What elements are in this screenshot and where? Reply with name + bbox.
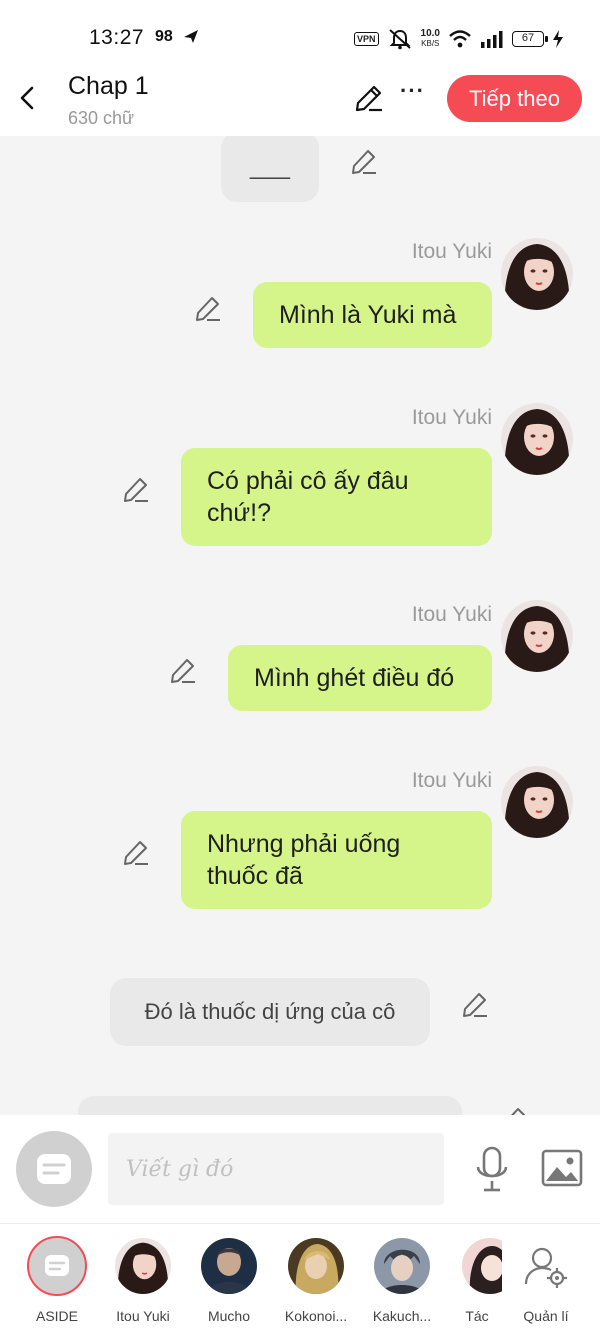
character-itou-yuki[interactable]: Itou Yuki — [99, 1236, 187, 1324]
vpn-icon: VPN — [354, 32, 379, 46]
message-bubble[interactable]: Nhưng phải uống thuốc đã — [181, 811, 492, 909]
avatar-itou-yuki[interactable] — [501, 238, 573, 310]
character-kakucho[interactable]: Kakuch... — [358, 1236, 446, 1324]
status-time: 13:27 — [89, 26, 145, 49]
message-composer — [0, 1115, 600, 1223]
charging-icon — [553, 30, 563, 48]
character-aside[interactable]: ASIDE — [13, 1236, 101, 1324]
message-bubble[interactable]: Có phải cô ấy đâu chứ!? — [181, 448, 492, 546]
chapter-title: Chap 1 — [68, 72, 149, 100]
avatar — [288, 1238, 344, 1294]
navigation-icon — [184, 30, 198, 43]
notification-count: 98 — [155, 28, 173, 45]
chapter-header: Chap 1 630 chữ ··· Tiếp theo — [0, 72, 600, 136]
sender-name: Itou Yuki — [411, 769, 492, 792]
narration-bubble[interactable]: Đó là thuốc dị ứng của cô — [110, 978, 430, 1046]
avatar — [201, 1238, 257, 1294]
edit-message-icon[interactable] — [194, 295, 222, 323]
character-name: Kokonoi... — [284, 1308, 348, 1324]
message-square-icon — [45, 1255, 69, 1276]
user-settings-icon — [518, 1238, 574, 1294]
avatar — [374, 1238, 430, 1294]
avatar — [115, 1238, 171, 1294]
character-kokonoi[interactable]: Kokonoi... — [272, 1236, 360, 1324]
character-name: ASIDE — [35, 1308, 78, 1324]
next-chapter-button[interactable]: Tiếp theo — [447, 75, 582, 122]
mute-bell-icon — [388, 29, 411, 50]
character-bar: ASIDE Itou Yuki Mucho Kokonoi... Kakuch.… — [0, 1223, 600, 1333]
sender-name: Itou Yuki — [411, 240, 492, 263]
signal-icon — [481, 31, 503, 48]
network-speed: 10.0 KB/S — [420, 28, 440, 49]
edit-message-icon[interactable] — [500, 1106, 528, 1115]
narration-bubble-partial[interactable]: ___ — [221, 136, 319, 202]
message-square-icon — [37, 1154, 71, 1184]
word-count: 630 chữ — [68, 108, 135, 128]
chat-area[interactable]: ___ Itou Yuki Mình là Yuki mà Itou Yuki … — [0, 136, 600, 1115]
aside-avatar — [27, 1236, 87, 1296]
avatar-itou-yuki[interactable] — [501, 600, 573, 672]
message-input[interactable] — [108, 1133, 444, 1205]
avatar-itou-yuki[interactable] — [501, 766, 573, 838]
avatar-itou-yuki[interactable] — [501, 403, 573, 475]
microphone-icon[interactable] — [474, 1145, 510, 1193]
sender-name: Itou Yuki — [411, 406, 492, 429]
status-bar: 13:27 98 VPN 10.0 KB/S 67 — [0, 0, 600, 72]
image-icon[interactable] — [540, 1148, 584, 1188]
edit-message-icon[interactable] — [122, 476, 150, 504]
message-bubble[interactable]: Mình ghét điều đó — [228, 645, 492, 711]
edit-message-icon[interactable] — [461, 991, 489, 1019]
character-mucho[interactable]: Mucho — [185, 1236, 273, 1324]
edit-message-icon[interactable] — [169, 657, 197, 685]
narration-bubble-partial[interactable] — [78, 1096, 462, 1115]
character-name: Kakuch... — [372, 1308, 432, 1324]
message-bubble[interactable]: Mình là Yuki mà — [253, 282, 492, 348]
aside-toggle-button[interactable] — [16, 1131, 92, 1207]
wifi-icon — [449, 30, 471, 48]
character-name: Itou Yuki — [116, 1308, 170, 1324]
edit-message-icon[interactable] — [350, 148, 378, 176]
narration-text: Đó là thuốc dị ứng của cô — [144, 999, 396, 1024]
back-arrow-icon[interactable] — [14, 84, 42, 112]
edit-pencil-icon[interactable] — [354, 83, 384, 113]
character-name: Mucho — [207, 1308, 251, 1324]
battery-icon: 67 — [512, 31, 548, 47]
sender-name: Itou Yuki — [411, 603, 492, 626]
edit-message-icon[interactable] — [122, 839, 150, 867]
narration-text: ___ — [249, 153, 291, 180]
manage-characters[interactable]: Quản lí — [502, 1236, 590, 1324]
character-name: Quản lí — [523, 1308, 569, 1324]
more-options-icon[interactable]: ··· — [400, 80, 426, 107]
